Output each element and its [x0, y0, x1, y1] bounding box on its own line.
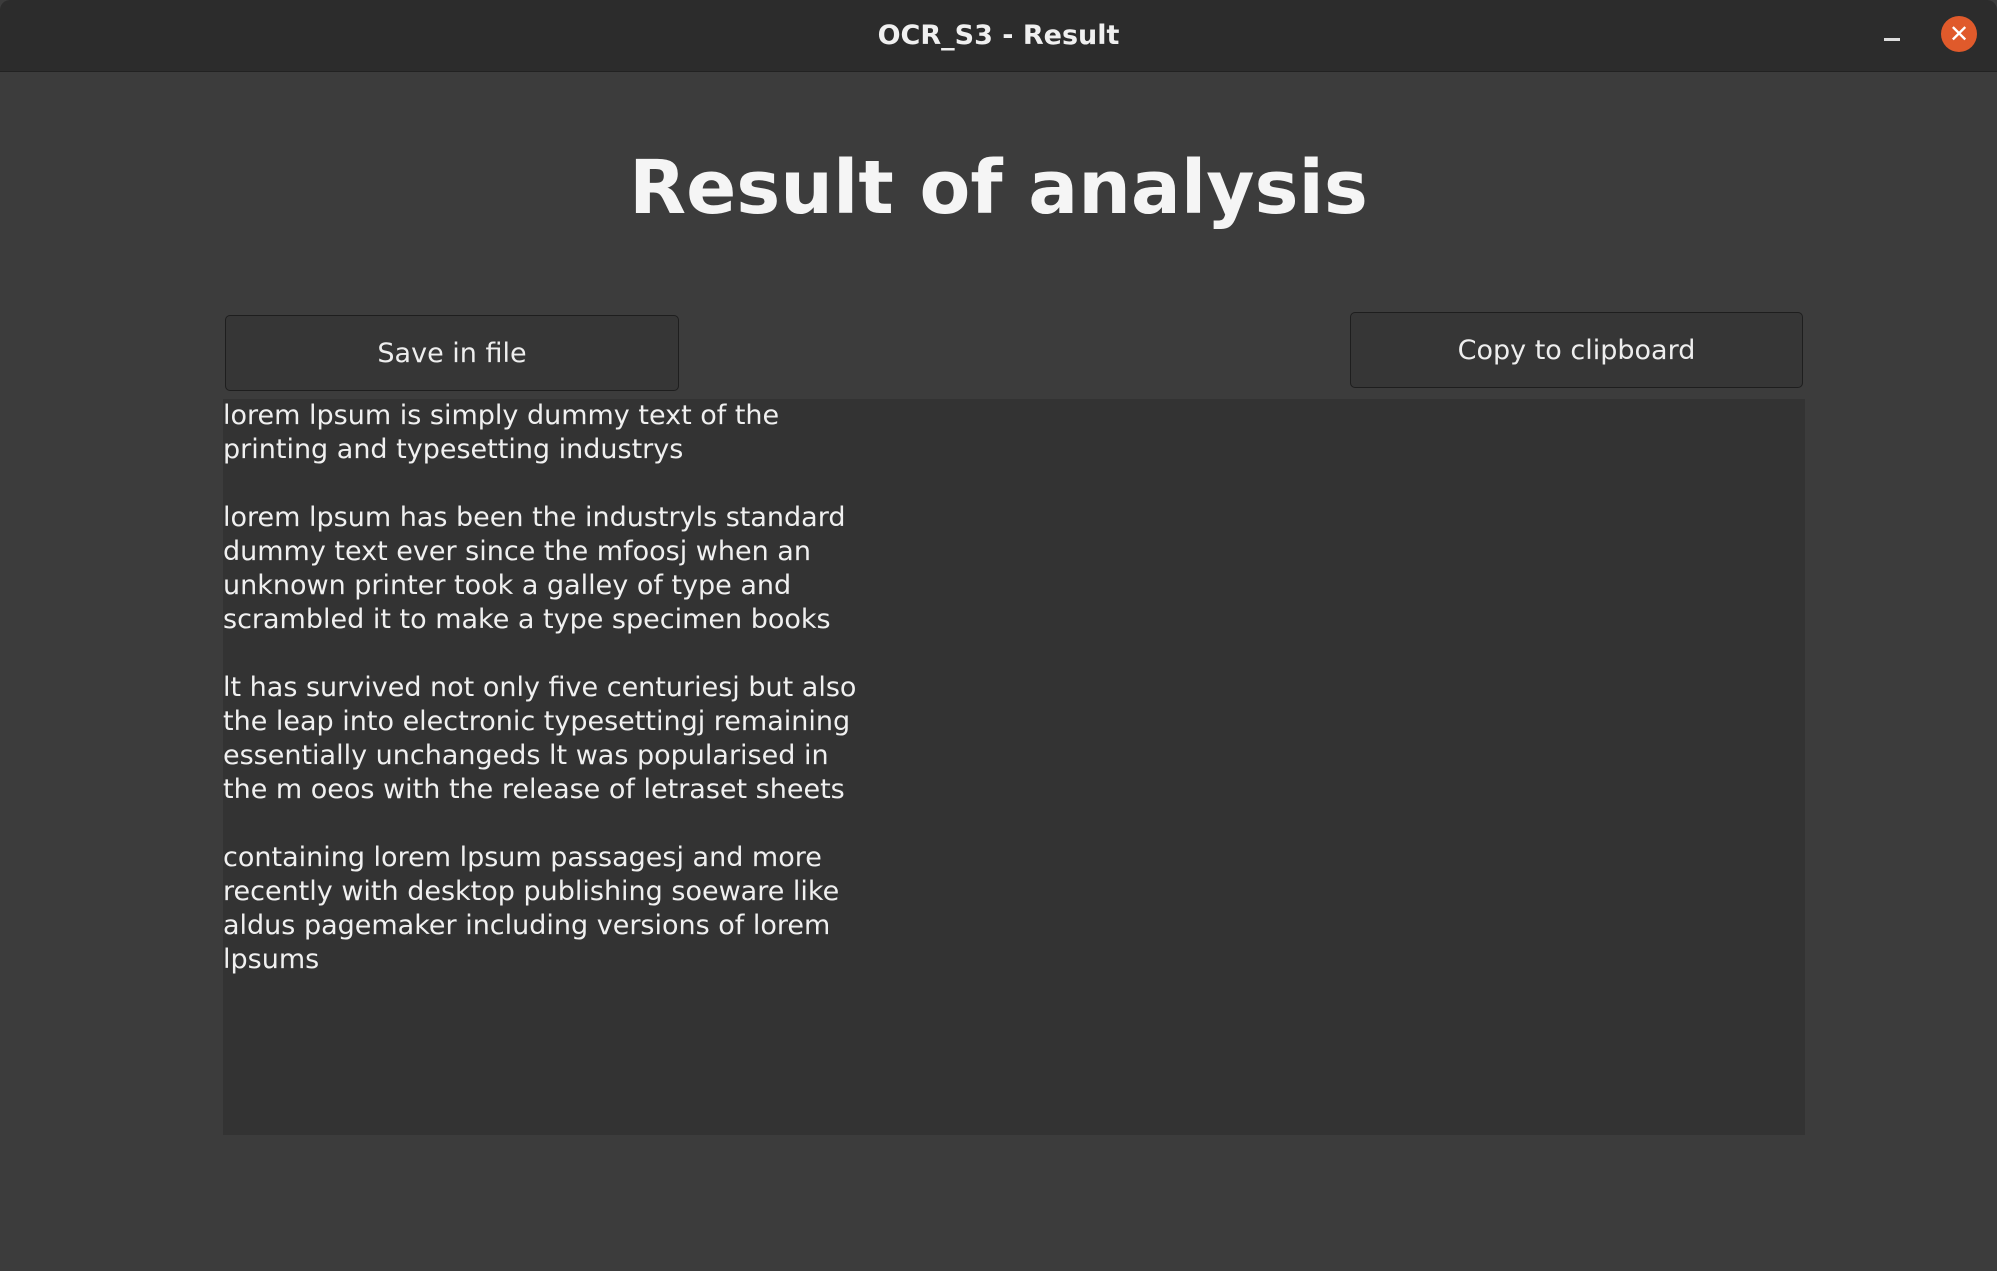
minimize-button[interactable] [1876, 22, 1906, 52]
result-line: the m oeos with the release of letraset … [223, 774, 845, 805]
result-line: scrambled it to make a type specimen boo… [223, 604, 831, 635]
copy-to-clipboard-button[interactable]: Copy to clipboard [1350, 312, 1803, 388]
result-paragraph: lorem lpsum is simply dummy text of the p… [223, 399, 1805, 467]
close-button[interactable]: ✕ [1941, 16, 1977, 52]
title-bar: OCR_S3 - Result ✕ [0, 0, 1997, 72]
result-text-area[interactable]: lorem lpsum is simply dummy text of the p… [223, 399, 1805, 1135]
result-line: containing lorem lpsum passagesj and mor… [223, 842, 822, 873]
window-title: OCR_S3 - Result [877, 20, 1120, 51]
result-line: lt has survived not only five centuriesj… [223, 672, 857, 703]
result-line: unknown printer took a galley of type an… [223, 570, 792, 601]
result-line: printing and typesetting industrys [223, 434, 684, 465]
result-line: lorem lpsum is simply dummy text of the [223, 400, 780, 431]
result-line: recently with desktop publishing soeware… [223, 876, 840, 907]
save-in-file-button[interactable]: Save in file [225, 315, 679, 391]
result-paragraph: lt has survived not only five centuriesj… [223, 671, 1805, 807]
page-title: Result of analysis [629, 145, 1368, 231]
result-paragraph: lorem lpsum has been the industryls stan… [223, 501, 1805, 637]
result-line: dummy text ever since the mfoosj when an [223, 536, 811, 567]
result-line: lorem lpsum has been the industryls stan… [223, 502, 846, 533]
result-line: the leap into electronic typesettingj re… [223, 706, 851, 737]
result-line: aldus pagemaker including versions of lo… [223, 910, 831, 941]
result-line: essentially unchangeds lt was popularise… [223, 740, 829, 771]
result-line: lpsums [223, 944, 320, 975]
result-paragraph: containing lorem lpsum passagesj and mor… [223, 841, 1805, 977]
